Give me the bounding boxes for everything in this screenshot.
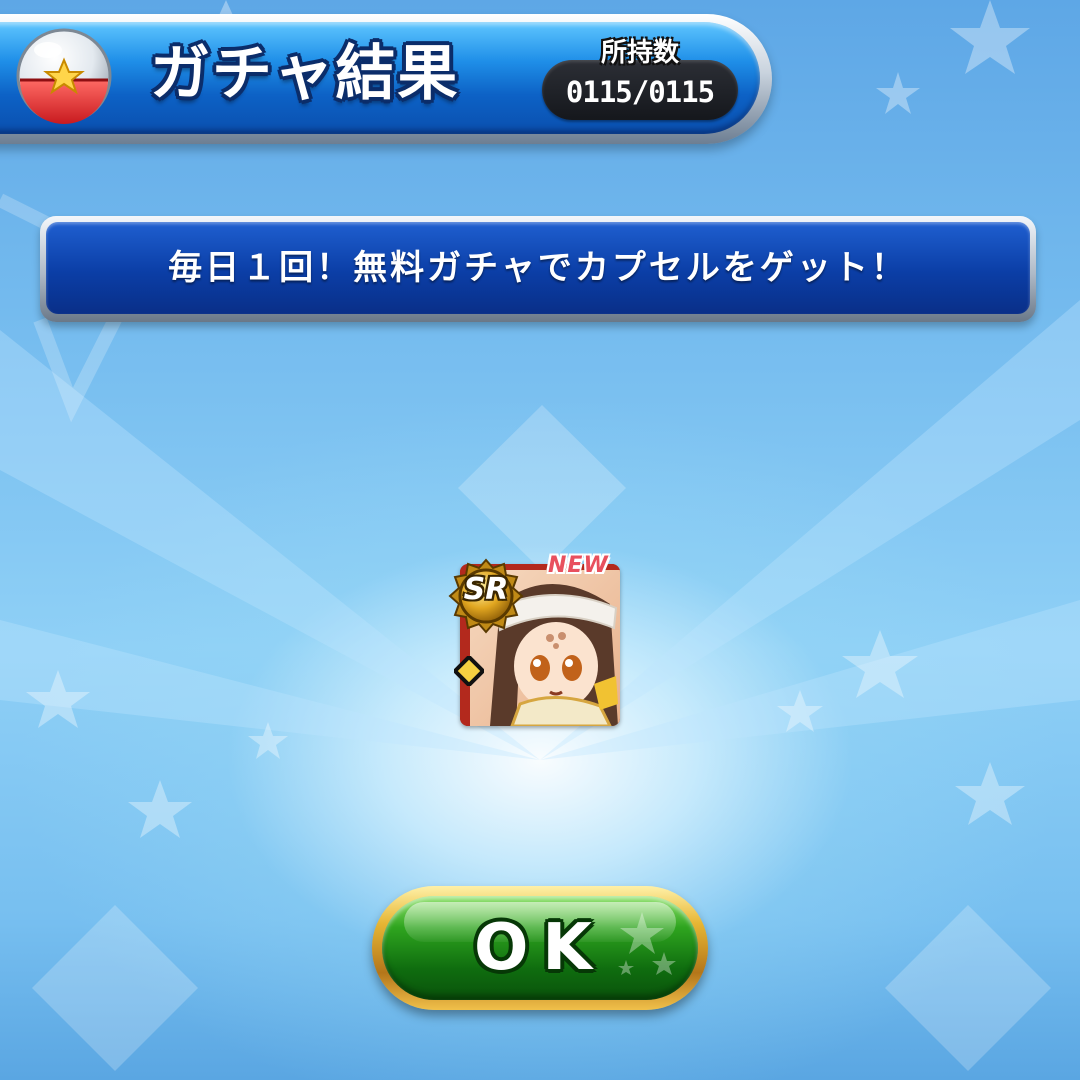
info-banner-text: 毎日１回！無料ガチャでカプセルをゲット！ bbox=[168, 248, 908, 288]
ok-button-inner: OK bbox=[382, 896, 698, 1000]
new-badge: NEW bbox=[548, 553, 609, 578]
page-title: ガチャ結果 bbox=[150, 39, 460, 109]
ok-button[interactable]: OK bbox=[372, 886, 708, 1010]
ok-button-label: OK bbox=[474, 911, 606, 985]
capsule-icon bbox=[16, 28, 112, 124]
gacha-result-screen: ガチャ結果 所持数 0115/0115 毎日１回！無料ガチャでカプセルをゲット！ bbox=[0, 0, 1080, 1080]
result-card[interactable]: SR NEW bbox=[446, 552, 622, 728]
inventory-count-label: 所持数 bbox=[600, 38, 679, 68]
diamond-marker-icon bbox=[454, 656, 484, 686]
rarity-label: SR bbox=[463, 572, 509, 607]
info-banner-inner: 毎日１回！無料ガチャでカプセルをゲット！ bbox=[46, 222, 1030, 314]
info-banner: 毎日１回！無料ガチャでカプセルをゲット！ bbox=[40, 216, 1036, 322]
inventory-count-value: 0115/0115 bbox=[565, 75, 715, 109]
